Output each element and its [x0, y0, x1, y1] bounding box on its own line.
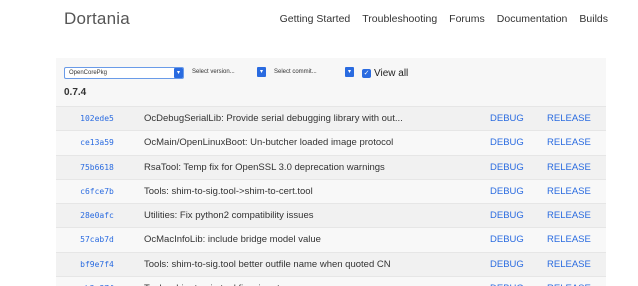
debug-download-link[interactable]: DEBUG — [490, 234, 524, 246]
commit-sha-link[interactable]: cb2e87f — [64, 282, 130, 286]
filter-bar: OpenCorePkg ▾ Select version... ▾ Select… — [64, 66, 408, 80]
view-all-toggle[interactable]: ✓ View all — [362, 68, 408, 79]
commit-sha-link[interactable]: 102ede5 — [64, 112, 130, 125]
commit-message: OcDebugSerialLib: Provide serial debuggi… — [144, 113, 403, 124]
commit-sha-link[interactable]: 28e0afc — [64, 209, 130, 222]
release-download-link[interactable]: RELEASE — [547, 259, 591, 271]
release-download-link[interactable]: RELEASE — [547, 162, 591, 174]
release-download-link[interactable]: RELEASE — [547, 210, 591, 222]
repo-select[interactable]: OpenCorePkg ▾ — [64, 67, 184, 79]
builds-panel: OpenCorePkg ▾ Select version... ▾ Select… — [56, 58, 606, 286]
chevron-down-icon: ▾ — [174, 68, 183, 78]
commit-sha-link[interactable]: bf9e7f4 — [64, 258, 130, 271]
commit-row: 28e0afc Utilities: Fix python2 compatibil… — [56, 203, 606, 228]
commit-select[interactable]: Select commit... ▾ — [274, 67, 354, 79]
commit-list: 102ede5 OcDebugSerialLib: Provide serial … — [56, 106, 606, 286]
nav-getting-started[interactable]: Getting Started — [280, 13, 351, 25]
top-bar: Dortania Getting Started Troubleshooting… — [0, 0, 638, 40]
chevron-down-icon: ▾ — [345, 67, 354, 77]
commit-message: Utilities: Fix python2 compatibility iss… — [144, 210, 314, 222]
debug-download-link[interactable]: DEBUG — [490, 113, 524, 125]
commit-row: 57cab7d OcMacInfoLib: include bridge mode… — [56, 227, 606, 252]
nav-documentation[interactable]: Documentation — [497, 13, 568, 25]
commit-row: cb2e87fTools: shim-to-sig.tool fix minor… — [56, 276, 606, 286]
nav-forums[interactable]: Forums — [449, 13, 485, 25]
commit-row: 75b6618 RsaTool: Temp fix for OpenSSL 3.0… — [56, 154, 606, 179]
commit-message: Tools: shim-to-sig.tool better outfile n… — [144, 258, 391, 270]
release-download-link[interactable]: RELEASE — [547, 234, 591, 246]
commit-sha-link[interactable]: 57cab7d — [64, 233, 130, 246]
commit-message: OcMain/OpenLinuxBoot: Un-butcher loaded … — [144, 137, 394, 149]
debug-download-link[interactable]: DEBUG — [490, 162, 524, 174]
commit-row: 102ede5 OcDebugSerialLib: Provide serial … — [56, 106, 606, 131]
main-nav: Getting Started Troubleshooting Forums D… — [280, 13, 608, 25]
commit-row: ce13a59 OcMain/OpenLinuxBoot: Un-butcher … — [56, 130, 606, 155]
debug-download-link[interactable]: DEBUG — [490, 186, 524, 198]
version-select-value: Select version... — [192, 69, 235, 75]
commit-message: RsaTool: Temp fix for OpenSSL 3.0 deprec… — [144, 161, 385, 173]
debug-download-link[interactable]: DEBUG — [490, 210, 524, 222]
repo-select-value: OpenCorePkg — [69, 70, 108, 76]
checkbox-checked-icon[interactable]: ✓ — [362, 68, 371, 78]
chevron-down-icon: ▾ — [257, 67, 266, 77]
debug-download-link[interactable]: DEBUG — [490, 137, 524, 149]
commit-sha-link[interactable]: ce13a59 — [64, 136, 130, 149]
version-select[interactable]: Select version... ▾ — [192, 67, 266, 79]
commit-select-value: Select commit... — [274, 69, 317, 75]
commit-message: Tools: shim-to-sig.tool->shim-to-cert.to… — [144, 185, 313, 197]
commit-sha-link[interactable]: 75b6618 — [64, 161, 130, 174]
release-download-link[interactable]: RELEASE — [547, 137, 591, 149]
release-download-link[interactable]: RELEASE — [547, 186, 591, 198]
version-heading: 0.7.4 — [64, 87, 87, 98]
commit-row: bf9e7f4 Tools: shim-to-sig.tool better ou… — [56, 251, 606, 277]
commit-sha-link[interactable]: c6fce7b — [64, 185, 130, 198]
commit-message: OcMacInfoLib: include bridge model value — [144, 234, 321, 246]
site-logo[interactable]: Dortania — [64, 9, 130, 29]
commit-row: c6fce7b Tools: shim-to-sig.tool->shim-to-… — [56, 178, 606, 204]
nav-builds[interactable]: Builds — [579, 13, 608, 25]
view-all-label: View all — [374, 67, 409, 79]
debug-download-link[interactable]: DEBUG — [490, 259, 524, 271]
release-download-link[interactable]: RELEASE — [547, 113, 591, 125]
nav-troubleshooting[interactable]: Troubleshooting — [362, 13, 437, 25]
